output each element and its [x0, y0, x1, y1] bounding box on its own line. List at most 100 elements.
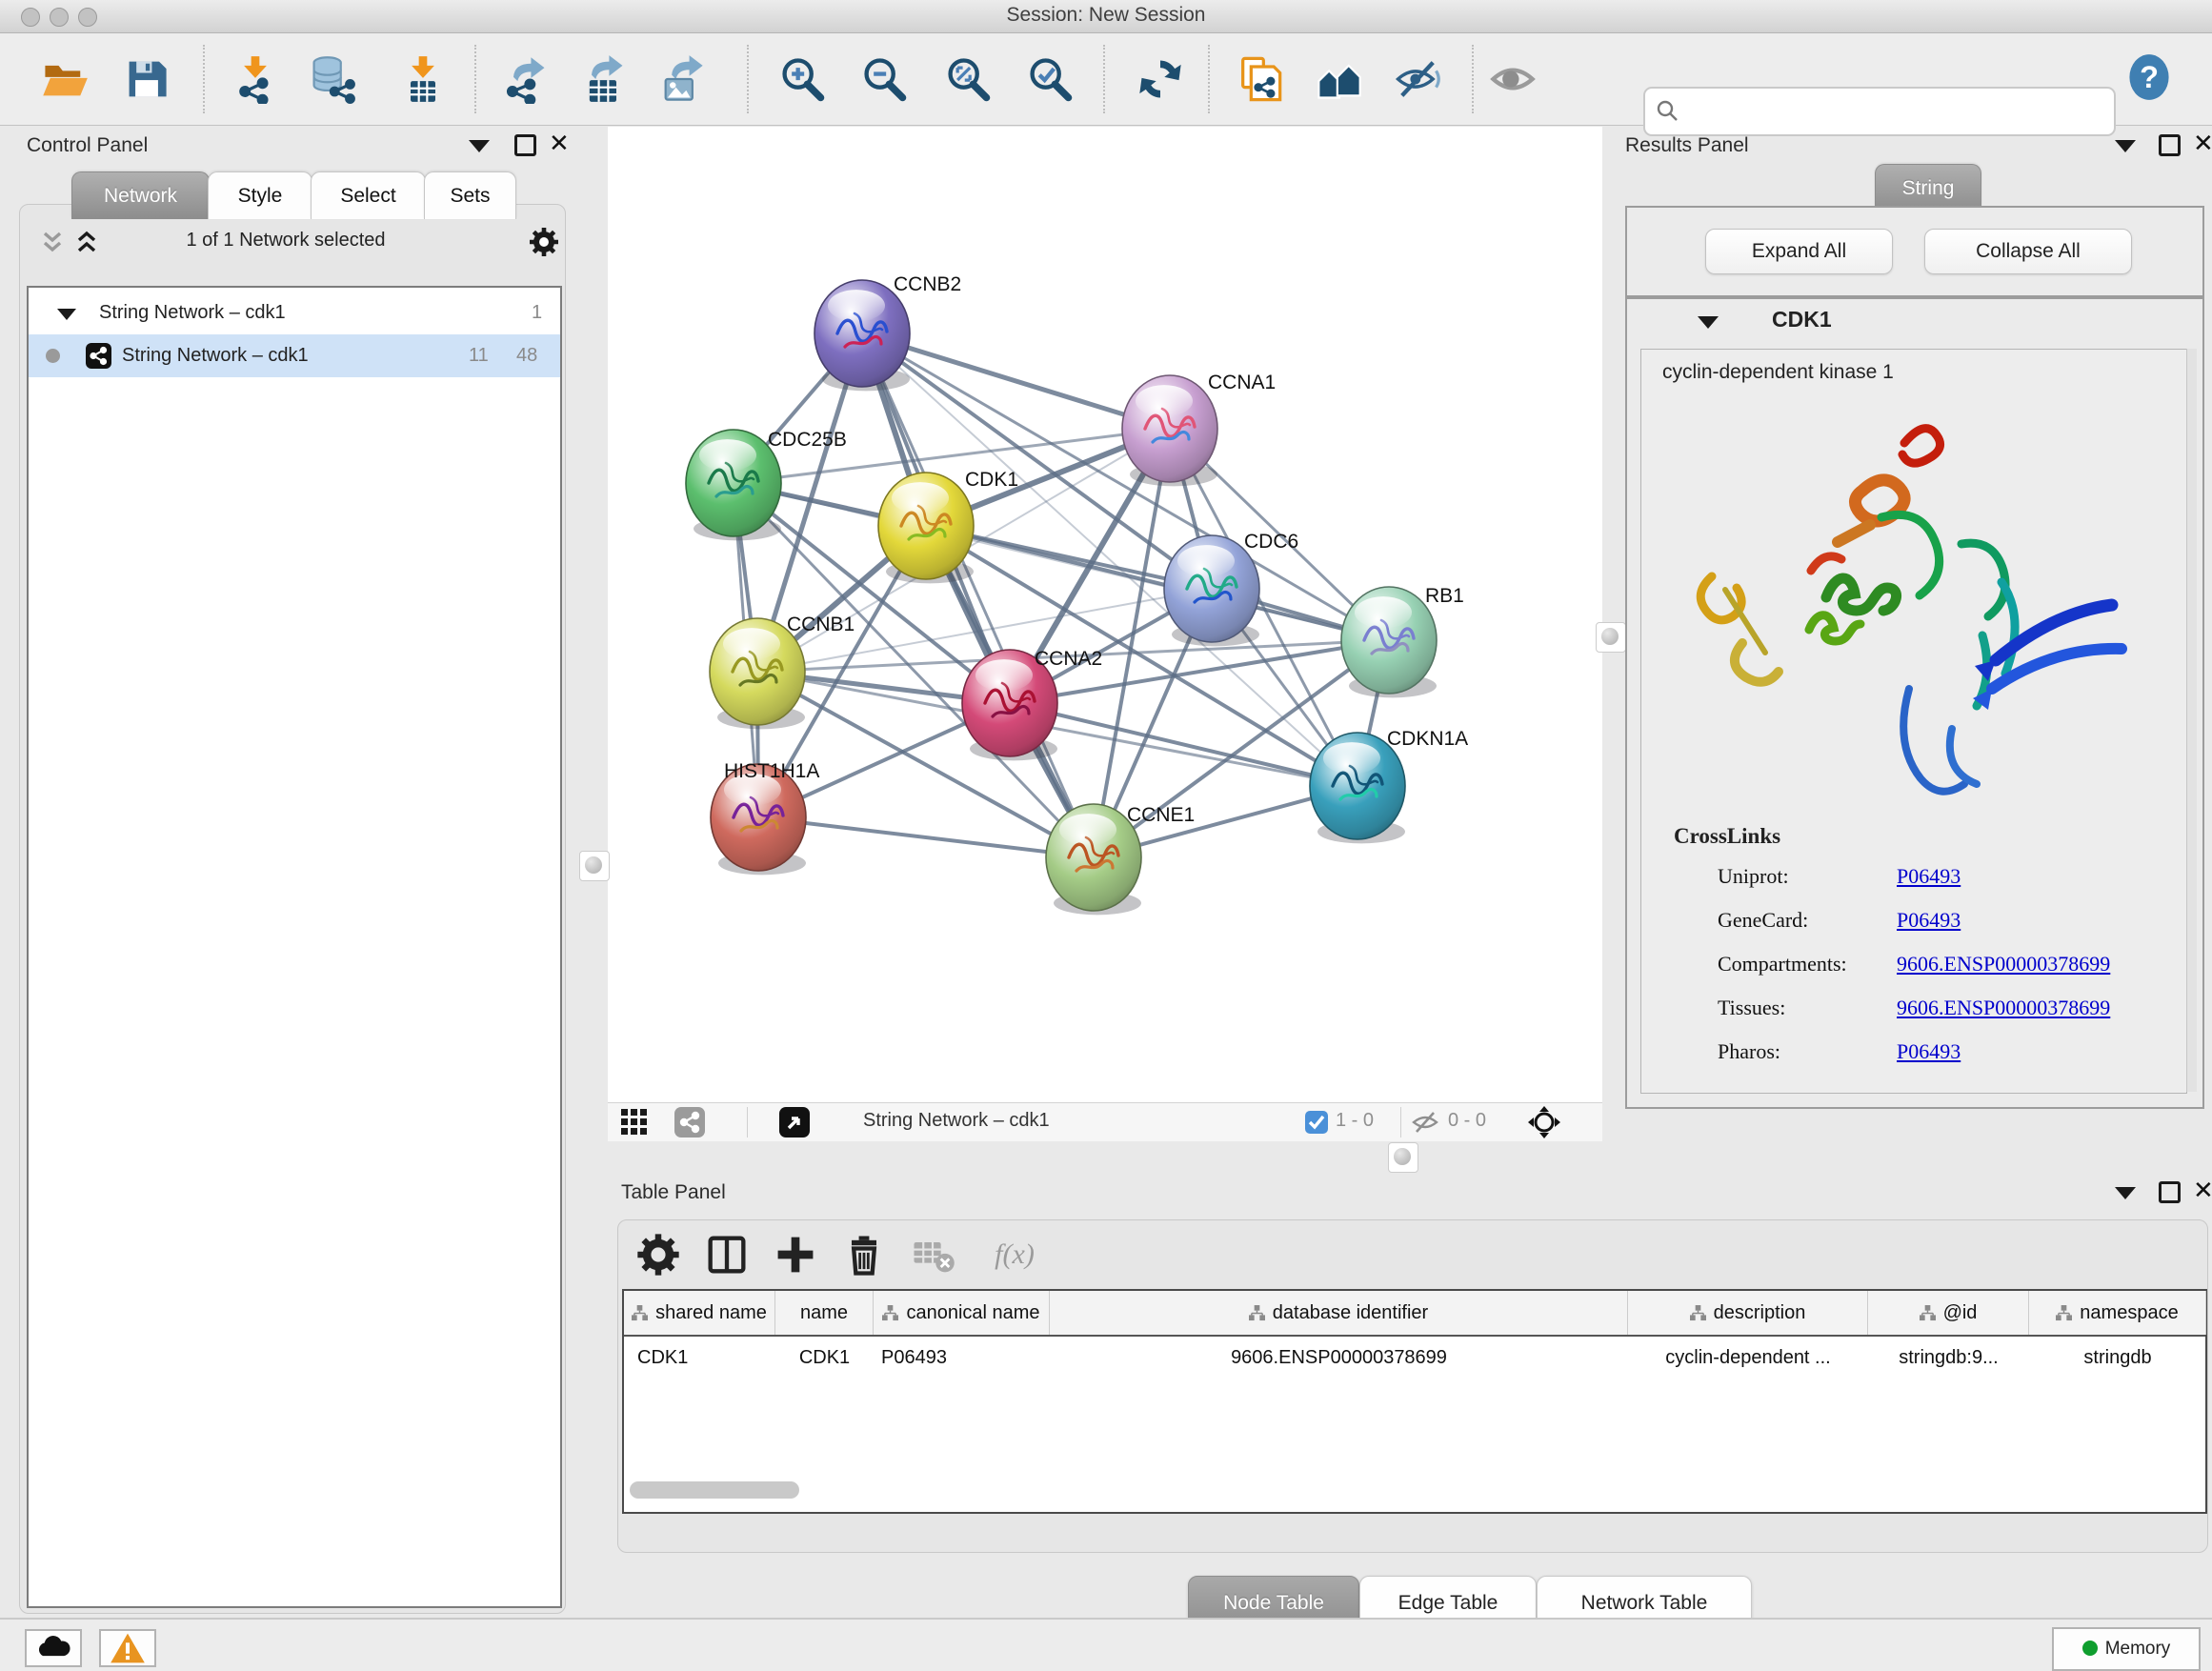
- node-label-CCNE1: CCNE1: [1127, 804, 1195, 826]
- column-header-label: description: [1714, 1302, 1806, 1323]
- network-icon: [86, 343, 111, 369]
- crosslink-value-link[interactable]: P06493: [1897, 1039, 1961, 1064]
- import-table-button[interactable]: [398, 54, 448, 104]
- network-collection-count: 1: [532, 292, 542, 334]
- column-header-label: namespace: [2080, 1302, 2178, 1323]
- horizontal-splitter-handle[interactable]: [1388, 1142, 1418, 1173]
- memory-button[interactable]: Memory: [2052, 1627, 2201, 1671]
- zoom-out-button[interactable]: [859, 54, 909, 104]
- column-type-icon: [1920, 1305, 1936, 1321]
- results-panel-float-icon[interactable]: [2159, 134, 2181, 156]
- import-network-button[interactable]: [231, 54, 280, 104]
- results-panel-menu-icon[interactable]: [2115, 140, 2136, 152]
- table-panel-close-icon[interactable]: ✕: [2193, 1181, 2212, 1200]
- network-graph[interactable]: CCNB2CCNA1CDC25BCDK1CDC6RB1CCNB1CCNA2CDK…: [608, 127, 1602, 1102]
- network-tree-row[interactable]: String Network – cdk1 11 48: [29, 334, 560, 377]
- results-panel-close-icon[interactable]: ✕: [2193, 134, 2212, 153]
- open-in-window-icon[interactable]: [779, 1107, 810, 1137]
- export-network-button[interactable]: [501, 54, 551, 104]
- cloud-button[interactable]: [25, 1629, 82, 1667]
- network-edge[interactable]: [758, 817, 1094, 857]
- column-type-icon: [882, 1305, 898, 1321]
- results-tab-string[interactable]: String: [1875, 164, 1981, 211]
- column-header-canonical-name[interactable]: canonical name: [874, 1291, 1050, 1335]
- control-tab-network[interactable]: Network: [71, 171, 210, 219]
- results-scrollbar[interactable]: [2186, 349, 2197, 1092]
- control-panel-menu-icon[interactable]: [469, 140, 490, 152]
- network-node-CDC25B[interactable]: [686, 430, 781, 540]
- collapse-all-icon[interactable]: [38, 228, 67, 256]
- search-input[interactable]: [1689, 92, 2102, 129]
- zoom-fit-button[interactable]: [943, 54, 993, 104]
- network-overview-icon[interactable]: [674, 1107, 705, 1137]
- show-hidden-button[interactable]: [1488, 54, 1538, 104]
- column-header-database-identifier[interactable]: database identifier: [1050, 1291, 1628, 1335]
- crosslink-value-link[interactable]: 9606.ENSP00000378699: [1897, 952, 2110, 976]
- network-tree-root-row[interactable]: String Network – cdk1 1: [29, 292, 560, 334]
- network-node-CCNA1[interactable]: [1122, 375, 1217, 486]
- control-tab-style[interactable]: Style: [208, 171, 312, 219]
- expand-all-icon[interactable]: [72, 228, 101, 256]
- crosslink-value-link[interactable]: P06493: [1897, 908, 1961, 933]
- network-view-canvas[interactable]: CCNB2CCNA1CDC25BCDK1CDC6RB1CCNB1CCNA2CDK…: [608, 127, 1602, 1102]
- network-options-gear-icon[interactable]: [528, 226, 560, 258]
- network-edge[interactable]: [926, 526, 1389, 640]
- table-panel-float-icon[interactable]: [2159, 1181, 2181, 1203]
- table-row[interactable]: CDK1CDK1P064939606.ENSP00000378699cyclin…: [624, 1337, 2205, 1379]
- table-panel-menu-icon[interactable]: [2115, 1187, 2136, 1199]
- left-splitter-handle[interactable]: [579, 851, 610, 881]
- zoom-in-button[interactable]: [777, 54, 827, 104]
- zoom-selected-button[interactable]: [1025, 54, 1075, 104]
- export-image-button[interactable]: [657, 54, 707, 104]
- selected-checkbox-icon[interactable]: [1305, 1111, 1328, 1134]
- fit-selected-crosshair-icon[interactable]: [1528, 1106, 1560, 1138]
- export-table-button[interactable]: [579, 54, 629, 104]
- network-node-CCNB2[interactable]: [814, 280, 910, 391]
- save-session-button[interactable]: [122, 54, 171, 104]
- expand-all-button[interactable]: Expand All: [1705, 229, 1893, 274]
- control-tab-select[interactable]: Select: [311, 171, 426, 219]
- network-edge-count: 48: [516, 334, 537, 377]
- tree-expand-icon[interactable]: [57, 309, 76, 320]
- network-node-RB1[interactable]: [1341, 587, 1437, 697]
- zoom-selected-icon: [1025, 54, 1075, 104]
- open-session-button[interactable]: [40, 54, 90, 104]
- delete-table-button[interactable]: [908, 1230, 957, 1279]
- refresh-view-button[interactable]: [1136, 54, 1185, 104]
- birds-eye-view-icon[interactable]: [621, 1109, 648, 1136]
- toolbar-divider: [1103, 45, 1105, 113]
- node-label-CCNB2: CCNB2: [894, 273, 961, 295]
- collapse-all-button[interactable]: Collapse All: [1924, 229, 2132, 274]
- show-all-networks-button[interactable]: [1315, 54, 1364, 104]
- gene-description: cyclin-dependent kinase 1: [1662, 361, 1894, 384]
- network-edge[interactable]: [862, 333, 1094, 857]
- control-tab-sets[interactable]: Sets: [424, 171, 516, 219]
- add-column-button[interactable]: [771, 1230, 820, 1279]
- gene-detail-area: cyclin-dependent kinase 1: [1640, 349, 2187, 1094]
- column-header-shared-name[interactable]: shared name: [624, 1291, 775, 1335]
- column-header-description[interactable]: description: [1628, 1291, 1868, 1335]
- horizontal-scrollbar-thumb[interactable]: [630, 1481, 799, 1499]
- column-header-name[interactable]: name: [775, 1291, 874, 1335]
- hide-selected-button[interactable]: [1393, 54, 1442, 104]
- zoom-fit-icon: [943, 54, 993, 104]
- split-columns-button[interactable]: [702, 1230, 752, 1279]
- import-network-from-database-button[interactable]: [307, 54, 356, 104]
- column-header--id[interactable]: @id: [1868, 1291, 2029, 1335]
- control-panel-close-icon[interactable]: ✕: [549, 134, 570, 153]
- copy-network-button[interactable]: [1235, 54, 1284, 104]
- crosslink-row: Compartments:9606.ENSP00000378699: [1641, 952, 2186, 990]
- help-button[interactable]: ?: [2124, 52, 2174, 102]
- crosslink-value-link[interactable]: P06493: [1897, 864, 1961, 889]
- column-header-namespace[interactable]: namespace: [2029, 1291, 2206, 1335]
- warnings-button[interactable]: [99, 1629, 156, 1667]
- table-options-gear-button[interactable]: [633, 1230, 683, 1279]
- network-node-CDK1[interactable]: [878, 473, 974, 583]
- table-cell: stringdb: [2029, 1337, 2206, 1379]
- crosslink-value-link[interactable]: 9606.ENSP00000378699: [1897, 996, 2110, 1020]
- function-builder-button[interactable]: f(x): [976, 1230, 1053, 1279]
- control-panel-float-icon[interactable]: [514, 134, 536, 156]
- delete-column-button[interactable]: [839, 1230, 889, 1279]
- network-nodes: [686, 280, 1437, 915]
- gene-collapse-icon[interactable]: [1698, 316, 1719, 329]
